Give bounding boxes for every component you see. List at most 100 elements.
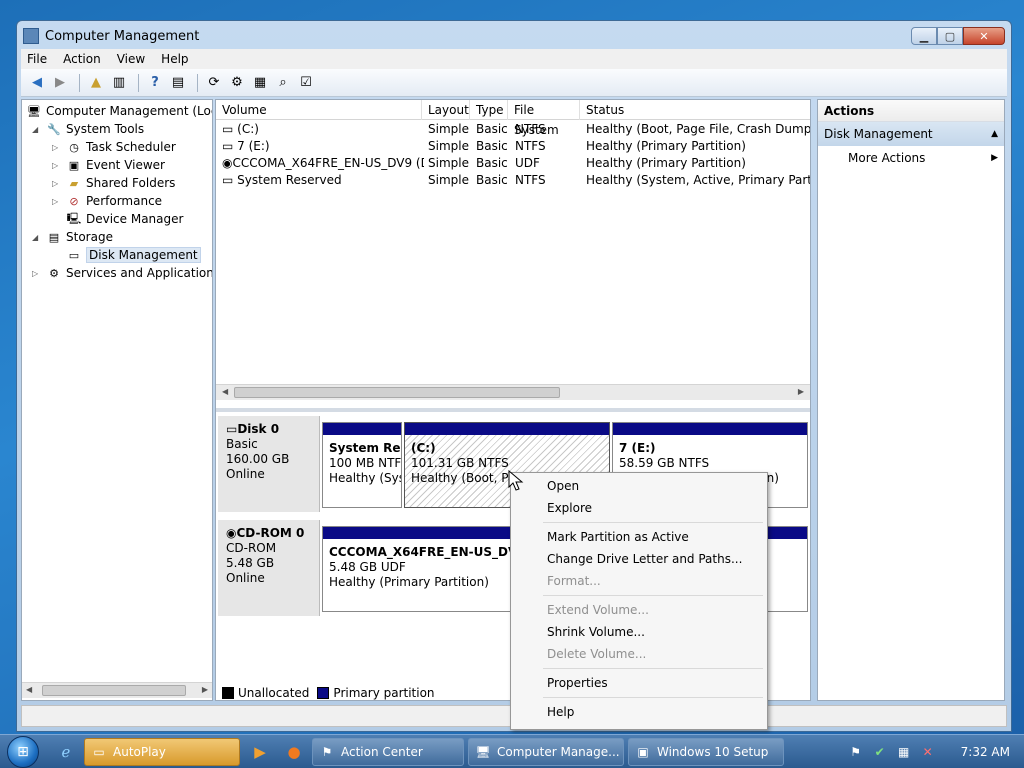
- maximize-button[interactable]: ▢: [937, 27, 963, 45]
- menu-separator: [543, 595, 763, 596]
- forward-arrow-icon[interactable]: ▶: [50, 73, 70, 93]
- media-player-icon[interactable]: ▶: [246, 738, 274, 766]
- taskbar-action-center[interactable]: ⚑ Action Center: [312, 737, 464, 766]
- collapsed-arrow-icon[interactable]: ▷: [32, 269, 42, 278]
- column-status[interactable]: Status: [580, 100, 810, 120]
- disk-0-label[interactable]: ▭Disk 0 Basic 160.00 GB Online: [218, 416, 320, 512]
- disk-check-icon[interactable]: ☑: [296, 73, 316, 93]
- menu-item-explore[interactable]: Explore: [513, 497, 765, 519]
- properties-icon[interactable]: ⚙: [227, 73, 247, 93]
- volume-muted-icon[interactable]: ✕: [919, 745, 937, 759]
- tree-item-services[interactable]: ▷ ⚙ Services and Applications: [32, 264, 213, 282]
- drive-icon: ▭: [222, 122, 238, 136]
- tree-item-event-viewer[interactable]: ▷ ▣ Event Viewer: [52, 156, 165, 174]
- windows-logo-icon: ⊞: [7, 735, 39, 768]
- search-icon[interactable]: ⌕: [273, 73, 293, 93]
- actions-section-disk-management[interactable]: Disk Management ▲: [818, 122, 1004, 146]
- scroll-left-arrow-icon[interactable]: ◀: [26, 685, 32, 694]
- back-arrow-icon[interactable]: ◀: [27, 73, 47, 93]
- computer-management-icon: [23, 28, 39, 44]
- tree-item-label: Services and Applications: [66, 266, 213, 280]
- volume-row[interactable]: ▭ 7 (E:) Simple Basic NTFS Healthy (Prim…: [216, 138, 810, 155]
- partition-size: 101.31 GB NTFS: [411, 456, 509, 470]
- volume-type: Basic: [476, 156, 508, 170]
- security-check-icon[interactable]: ✔: [871, 745, 889, 759]
- tree-item-device-manager[interactable]: 🖳 Device Manager: [66, 210, 184, 228]
- clock[interactable]: 7:32 AM: [961, 745, 1010, 759]
- cd-rom-0-label[interactable]: ◉CD-ROM 0 CD-ROM 5.48 GB Online: [218, 520, 320, 616]
- tree-item-system-tools[interactable]: ◢ 🔧 System Tools: [32, 120, 144, 138]
- refresh-icon[interactable]: ⟳: [204, 73, 224, 93]
- collapsed-arrow-icon[interactable]: ▷: [52, 161, 62, 170]
- expanded-arrow-icon[interactable]: ◢: [32, 233, 42, 242]
- tree-item-task-scheduler[interactable]: ▷ ◷ Task Scheduler: [52, 138, 176, 156]
- tree-item-storage[interactable]: ◢ ▤ Storage: [32, 228, 113, 246]
- tree-item-root[interactable]: 🖥 Computer Management (Local: [26, 102, 212, 120]
- start-button[interactable]: ⊞: [0, 735, 46, 768]
- column-file-system[interactable]: File System: [508, 100, 580, 137]
- column-volume[interactable]: Volume: [216, 100, 422, 120]
- menu-item-delete-volume: Delete Volume...: [547, 647, 647, 661]
- menu-separator: [543, 668, 763, 669]
- volume-row[interactable]: ▭ (C:) Simple Basic NTFS Healthy (Boot, …: [216, 121, 810, 138]
- scroll-thumb[interactable]: [234, 387, 560, 398]
- firefox-icon[interactable]: ●: [280, 738, 308, 766]
- more-actions-item[interactable]: More Actions ▶: [818, 146, 1004, 170]
- menu-action[interactable]: Action: [63, 52, 101, 66]
- volume-row[interactable]: ◉CCCOMA_X64FRE_EN-US_DV9 (D:) Simple Bas…: [216, 155, 810, 172]
- scroll-right-arrow-icon[interactable]: ▶: [202, 685, 208, 694]
- column-type[interactable]: Type: [470, 100, 508, 120]
- show-hide-action-pane-icon[interactable]: ▤: [168, 73, 188, 93]
- network-icon[interactable]: ▦: [895, 745, 913, 759]
- menu-item-format: Format...: [547, 574, 601, 588]
- export-list-icon[interactable]: ▦: [250, 73, 270, 93]
- collapsed-arrow-icon[interactable]: ▷: [52, 179, 62, 188]
- partition-system-reserved[interactable]: System Rese 100 MB NTFS Healthy (Sys: [322, 422, 402, 508]
- tree-item-label: Performance: [86, 194, 163, 208]
- up-folder-icon[interactable]: ▲: [86, 73, 106, 93]
- show-hide-tree-icon[interactable]: ▥: [109, 73, 129, 93]
- cd-drive-icon: ◉: [226, 526, 237, 540]
- internet-explorer-icon[interactable]: ℯ: [52, 738, 80, 766]
- taskbar-autoplay[interactable]: ▭ AutoPlay: [84, 737, 240, 766]
- close-button[interactable]: ✕: [963, 27, 1005, 45]
- menu-separator: [543, 522, 763, 523]
- taskbar-computer-management[interactable]: 🖥 Computer Manage...: [468, 737, 624, 766]
- column-layout[interactable]: Layout: [422, 100, 470, 120]
- scroll-left-arrow-icon[interactable]: ◀: [222, 387, 228, 396]
- title-bar[interactable]: Computer Management ▁ ▢ ✕: [17, 21, 1011, 51]
- cd-drive-icon: ◉: [222, 156, 233, 170]
- menu-item-mark-active[interactable]: Mark Partition as Active: [513, 526, 765, 548]
- volume-list-horizontal-scrollbar[interactable]: ◀ ▶: [216, 384, 810, 400]
- menu-help[interactable]: Help: [161, 52, 188, 66]
- taskbar-windows-10-setup[interactable]: ▣ Windows 10 Setup: [628, 737, 784, 766]
- expanded-arrow-icon[interactable]: ◢: [32, 125, 42, 134]
- help-icon[interactable]: ?: [145, 73, 165, 93]
- collapsed-arrow-icon[interactable]: ▷: [52, 143, 62, 152]
- collapse-arrow-icon[interactable]: ▲: [991, 122, 998, 146]
- partition-size: 100 MB NTFS: [329, 456, 402, 470]
- tree-horizontal-scrollbar[interactable]: ◀ ▶: [22, 682, 212, 698]
- menu-item-properties[interactable]: Properties: [513, 672, 765, 694]
- menu-item-shrink-volume[interactable]: Shrink Volume...: [513, 621, 765, 643]
- minimize-button[interactable]: ▁: [911, 27, 937, 45]
- scroll-right-arrow-icon[interactable]: ▶: [798, 387, 804, 396]
- menu-item-open[interactable]: Open: [513, 475, 765, 497]
- tree-item-label: Device Manager: [86, 212, 184, 226]
- tree-item-shared-folders[interactable]: ▷ ▰ Shared Folders: [52, 174, 175, 192]
- menu-item-change-drive-letter[interactable]: Change Drive Letter and Paths...: [513, 548, 765, 570]
- tree-item-disk-management[interactable]: ▭ Disk Management: [66, 246, 201, 264]
- toolbar-separator: [197, 73, 198, 92]
- menu-item-help[interactable]: Help: [513, 701, 765, 723]
- collapsed-arrow-icon[interactable]: ▷: [52, 197, 62, 206]
- menu-file[interactable]: File: [27, 52, 47, 66]
- action-center-flag-icon[interactable]: ⚑: [847, 745, 865, 759]
- pane-splitter[interactable]: [216, 408, 810, 412]
- menu-view[interactable]: View: [117, 52, 145, 66]
- tree-item-performance[interactable]: ▷ ⊘ Performance: [52, 192, 162, 210]
- storage-icon: ▤: [48, 230, 60, 244]
- volume-row[interactable]: ▭ System Reserved Simple Basic NTFS Heal…: [216, 172, 810, 189]
- volume-fs: NTFS: [515, 139, 546, 153]
- scroll-thumb[interactable]: [42, 685, 186, 696]
- actions-pane: Actions Disk Management ▲ More Actions ▶: [817, 99, 1005, 701]
